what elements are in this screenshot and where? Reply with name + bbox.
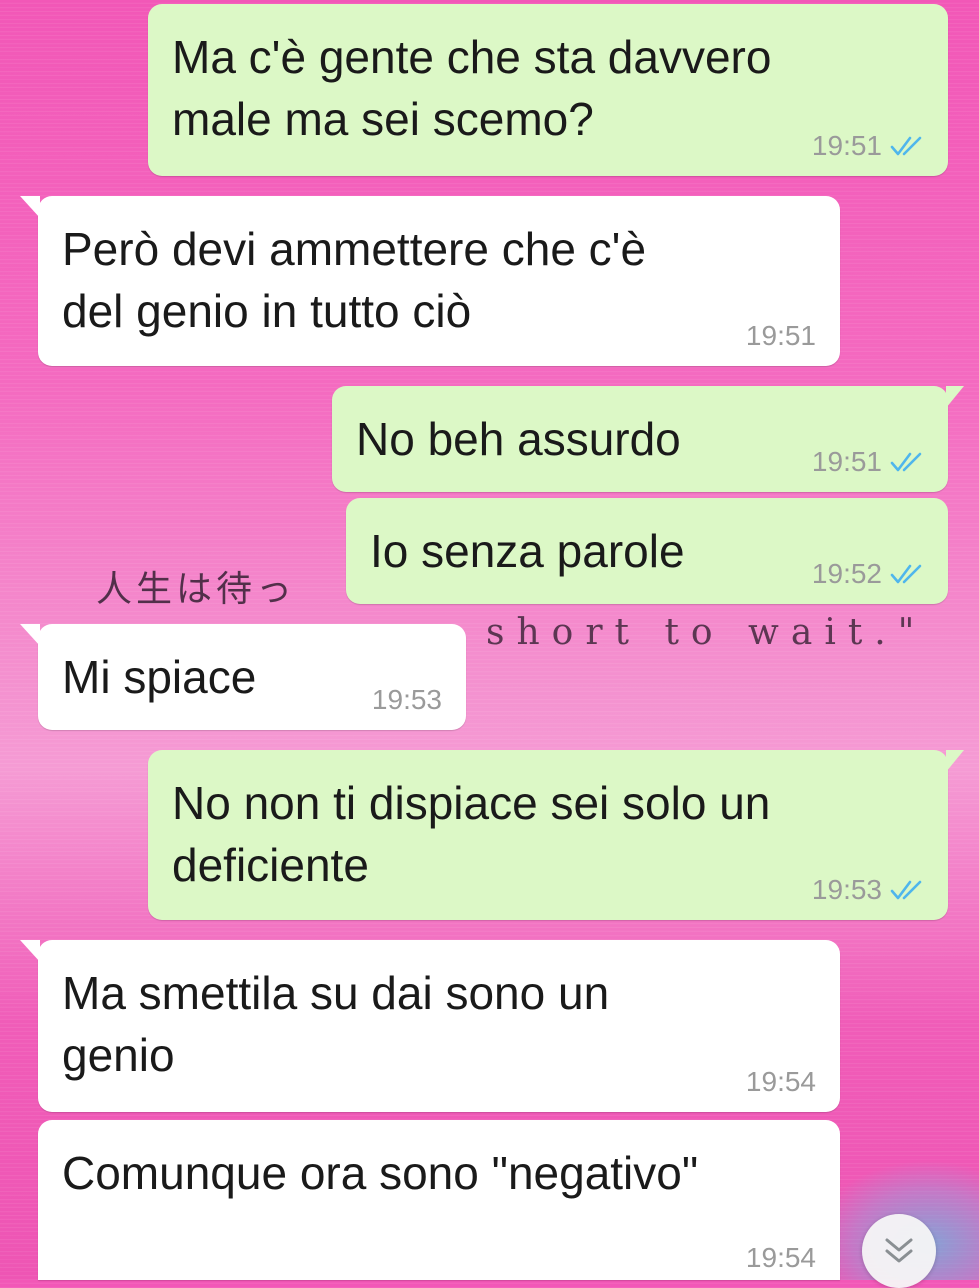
message-meta: 19:51	[812, 446, 924, 478]
incoming-message[interactable]: Comunque ora sono "negativo" 19:54	[38, 1120, 840, 1280]
message-time: 19:51	[745, 320, 816, 351]
message-meta: 19:53	[812, 874, 924, 906]
message-time: 19:53	[371, 684, 442, 715]
message-meta: 19:54	[746, 1066, 816, 1098]
outgoing-message[interactable]: No beh assurdo 19:51	[332, 386, 964, 492]
message-time: 19:54	[745, 1242, 816, 1273]
message-meta: 19:53	[372, 684, 442, 716]
outgoing-message[interactable]: Io senza parole 19:52	[346, 498, 948, 604]
incoming-message[interactable]: Mi spiace 19:53	[20, 624, 466, 730]
chevron-double-down-icon	[885, 1238, 913, 1263]
wallpaper-japanese-text: 人生は待っ	[96, 569, 297, 610]
message-text: Ma smettila su dai sono un genio	[62, 967, 610, 1081]
incoming-message[interactable]: Però devi ammettere che c'è del genio in…	[20, 196, 840, 366]
scroll-to-bottom-button[interactable]	[862, 1214, 936, 1288]
double-check-icon	[890, 136, 922, 156]
outgoing-message[interactable]: No non ti dispiace sei solo un deficient…	[148, 750, 964, 920]
message-time: 19:52	[811, 558, 882, 589]
message-time: 19:51	[811, 130, 882, 161]
message-time: 19:53	[811, 874, 882, 905]
double-check-icon	[890, 880, 922, 900]
message-time: 19:54	[745, 1066, 816, 1097]
message-meta: 19:51	[746, 320, 816, 352]
message-text: Comunque ora sono "negativo"	[62, 1147, 699, 1199]
message-meta: 19:54	[746, 1242, 816, 1274]
outgoing-message[interactable]: Ma c'è gente che sta davvero male ma sei…	[148, 4, 948, 176]
incoming-message[interactable]: Ma smettila su dai sono un genio 19:54	[20, 940, 840, 1112]
wallpaper-english-text: short to wait."	[486, 612, 927, 653]
message-meta: 19:51	[812, 130, 924, 162]
message-meta: 19:52	[812, 558, 924, 590]
double-check-icon	[890, 452, 922, 472]
message-text: Però devi ammettere che c'è del genio in…	[62, 223, 647, 337]
double-check-icon	[890, 564, 922, 584]
message-time: 19:51	[811, 446, 882, 477]
